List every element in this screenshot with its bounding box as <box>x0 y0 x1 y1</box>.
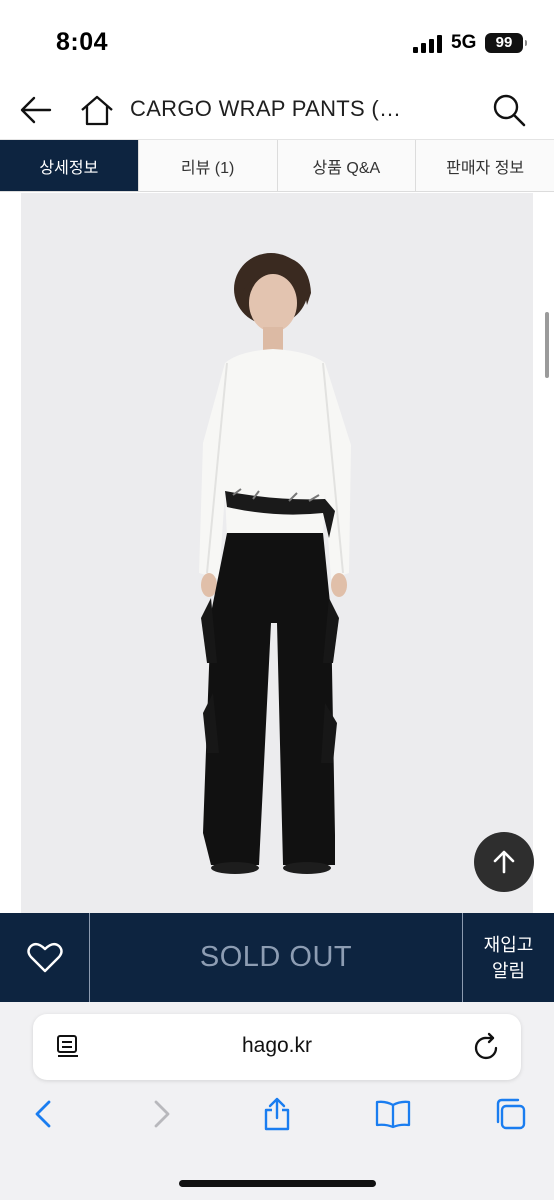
browser-toolbar <box>0 1092 554 1142</box>
detail-tabs: 상세정보 리뷰 (1) 상품 Q&A 판매자 정보 <box>0 140 554 192</box>
restock-alert-button[interactable]: 재입고 알림 <box>463 913 554 1002</box>
tab-details[interactable]: 상세정보 <box>0 140 139 191</box>
status-time: 8:04 <box>56 28 109 56</box>
chevron-left-icon <box>35 1100 51 1128</box>
share-icon <box>264 1097 290 1131</box>
tab-seller-info[interactable]: 판매자 정보 <box>416 140 554 191</box>
tab-qna[interactable]: 상품 Q&A <box>277 140 417 191</box>
heart-icon <box>26 942 63 972</box>
arrow-left-icon <box>20 96 52 124</box>
address-bar[interactable]: hago.kr <box>33 1014 521 1080</box>
battery-icon: 99 <box>485 33 527 53</box>
tabs-icon <box>496 1098 526 1130</box>
share-button[interactable] <box>255 1092 299 1136</box>
home-button[interactable] <box>77 90 117 130</box>
page-header: CARGO WRAP PANTS (… <box>0 80 554 140</box>
url-text: hago.kr <box>241 1034 313 1057</box>
network-label: 5G <box>451 32 477 53</box>
browser-forward-button[interactable] <box>140 1092 184 1136</box>
back-button[interactable] <box>16 90 56 130</box>
home-indicator[interactable] <box>179 1180 376 1187</box>
search-button[interactable] <box>489 90 529 130</box>
chevron-right-icon <box>154 1100 170 1128</box>
wishlist-button[interactable] <box>0 913 90 1002</box>
search-icon <box>493 94 526 127</box>
book-icon <box>375 1100 411 1129</box>
restock-label-line1: 재입고 <box>483 934 534 955</box>
browser-chrome: hago.kr <box>0 1002 554 1200</box>
scroll-to-top-button[interactable] <box>474 832 534 892</box>
reload-icon[interactable] <box>473 1032 501 1062</box>
purchase-action-bar: SOLD OUT 재입고 알림 <box>0 913 554 1002</box>
restock-label-line2: 알림 <box>491 960 526 981</box>
tabs-button[interactable] <box>488 1092 532 1136</box>
model-photo <box>21 193 533 913</box>
signal-icon <box>413 35 443 53</box>
home-icon <box>81 95 113 126</box>
page-title: CARGO WRAP PANTS (… <box>130 96 402 121</box>
status-bar: 8:04 5G 99 <box>0 0 554 80</box>
sold-out-button[interactable]: SOLD OUT <box>90 913 463 1002</box>
browser-back-button[interactable] <box>21 1092 65 1136</box>
bookmarks-button[interactable] <box>371 1092 415 1136</box>
tab-reviews[interactable]: 리뷰 (1) <box>138 140 278 191</box>
arrow-up-icon <box>493 850 515 874</box>
product-image <box>21 193 533 913</box>
scrollbar[interactable] <box>545 312 549 378</box>
